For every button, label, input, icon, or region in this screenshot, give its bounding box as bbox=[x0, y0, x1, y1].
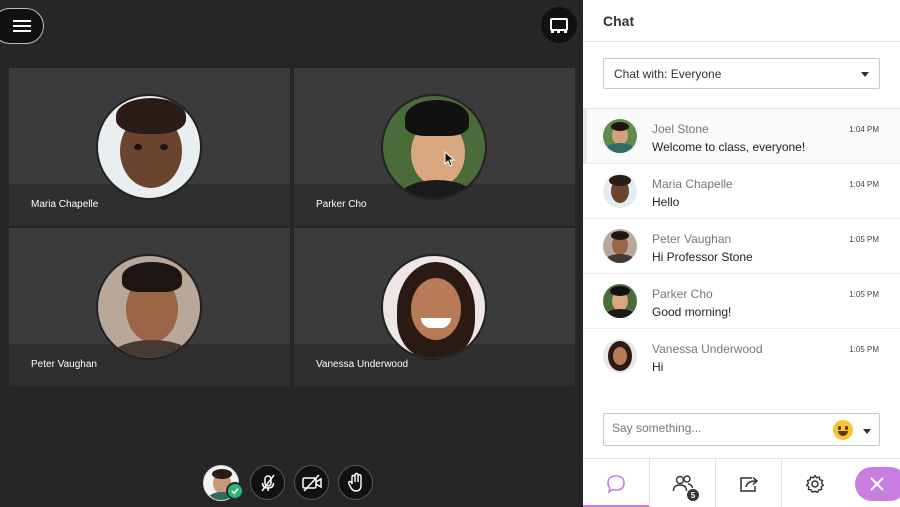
message-text: Hi Professor Stone bbox=[652, 250, 753, 264]
video-tile-parker-cho[interactable]: Parker Cho bbox=[294, 68, 575, 226]
chat-with-select[interactable]: Chat with: Everyone bbox=[603, 58, 880, 89]
participant-avatar bbox=[381, 94, 487, 200]
chat-panel-title: Chat bbox=[583, 0, 900, 42]
message-time: 1:04 PM bbox=[849, 180, 879, 189]
message-author: Joel Stone bbox=[652, 122, 709, 136]
tab-share-content[interactable] bbox=[715, 459, 781, 507]
message-time: 1:05 PM bbox=[849, 290, 879, 299]
participant-avatar bbox=[96, 254, 202, 360]
chat-message: Maria Chapelle 1:04 PM Hello bbox=[583, 164, 900, 219]
avatar bbox=[603, 229, 637, 263]
checkmark-icon bbox=[226, 482, 244, 500]
video-tile-peter-vaughan[interactable]: Peter Vaughan bbox=[9, 228, 290, 386]
participant-name: Maria Chapelle bbox=[31, 199, 99, 210]
emoji-icon[interactable] bbox=[833, 420, 853, 440]
participant-avatar bbox=[381, 254, 487, 360]
video-stage: Maria Chapelle Parker Cho Peter Vaughan … bbox=[0, 0, 583, 507]
attendees-count-badge: 5 bbox=[686, 488, 700, 502]
close-panel-button[interactable] bbox=[855, 467, 900, 501]
tab-attendees[interactable]: 5 bbox=[649, 459, 715, 507]
camera-off-icon bbox=[301, 473, 322, 492]
message-text: Good morning! bbox=[652, 305, 732, 319]
chevron-down-icon bbox=[861, 72, 869, 77]
avatar bbox=[603, 339, 637, 373]
camera-button[interactable] bbox=[294, 465, 329, 500]
session-menu-button[interactable] bbox=[0, 8, 44, 44]
avatar bbox=[603, 284, 637, 318]
microphone-muted-icon bbox=[260, 474, 275, 491]
message-author: Vanessa Underwood bbox=[652, 342, 763, 356]
participant-name: Parker Cho bbox=[316, 199, 367, 210]
share-icon bbox=[739, 476, 758, 492]
message-author: Peter Vaughan bbox=[652, 232, 732, 246]
layout-toggle-button[interactable] bbox=[541, 7, 577, 43]
panel-tab-bar: 5 bbox=[583, 458, 900, 507]
message-time: 1:05 PM bbox=[849, 345, 879, 354]
raise-hand-button[interactable] bbox=[338, 465, 373, 500]
close-icon bbox=[870, 477, 884, 491]
video-tile-vanessa-underwood[interactable]: Vanessa Underwood bbox=[294, 228, 575, 386]
message-text: Welcome to class, everyone! bbox=[652, 140, 806, 154]
hamburger-icon bbox=[13, 20, 31, 32]
layout-icon bbox=[550, 17, 568, 31]
chat-with-value: Chat with: Everyone bbox=[614, 67, 722, 81]
avatar bbox=[603, 119, 637, 153]
avatar bbox=[603, 174, 637, 208]
chat-message-list: Joel Stone 1:04 PM Welcome to class, eve… bbox=[583, 108, 900, 384]
participant-avatar bbox=[96, 94, 202, 200]
raise-hand-icon bbox=[347, 472, 362, 492]
mouse-cursor-icon bbox=[444, 151, 456, 167]
message-author: Maria Chapelle bbox=[652, 177, 733, 191]
participant-name: Peter Vaughan bbox=[31, 359, 97, 370]
microphone-button[interactable] bbox=[250, 465, 285, 500]
chat-message: Peter Vaughan 1:05 PM Hi Professor Stone bbox=[583, 219, 900, 274]
message-text: Hello bbox=[652, 195, 680, 209]
participant-name: Vanessa Underwood bbox=[316, 359, 409, 370]
message-time: 1:05 PM bbox=[849, 235, 879, 244]
chat-bubble-icon bbox=[607, 474, 625, 494]
chevron-down-icon[interactable] bbox=[863, 429, 871, 434]
chat-panel: Chat Chat with: Everyone Joel Stone 1:04… bbox=[583, 0, 900, 507]
chat-compose-box bbox=[603, 413, 880, 446]
message-text: Hi bbox=[652, 360, 664, 374]
video-tile-maria-chapelle[interactable]: Maria Chapelle bbox=[9, 68, 290, 226]
message-author: Parker Cho bbox=[652, 287, 713, 301]
chat-message: Joel Stone 1:04 PM Welcome to class, eve… bbox=[583, 109, 900, 164]
tab-settings[interactable] bbox=[781, 459, 847, 507]
tab-chat[interactable] bbox=[583, 459, 649, 507]
chat-message: Vanessa Underwood 1:05 PM Hi bbox=[583, 329, 900, 384]
chat-message: Parker Cho 1:05 PM Good morning! bbox=[583, 274, 900, 329]
chat-message-input[interactable] bbox=[612, 421, 822, 435]
gear-icon bbox=[805, 474, 824, 493]
message-time: 1:04 PM bbox=[849, 125, 879, 134]
